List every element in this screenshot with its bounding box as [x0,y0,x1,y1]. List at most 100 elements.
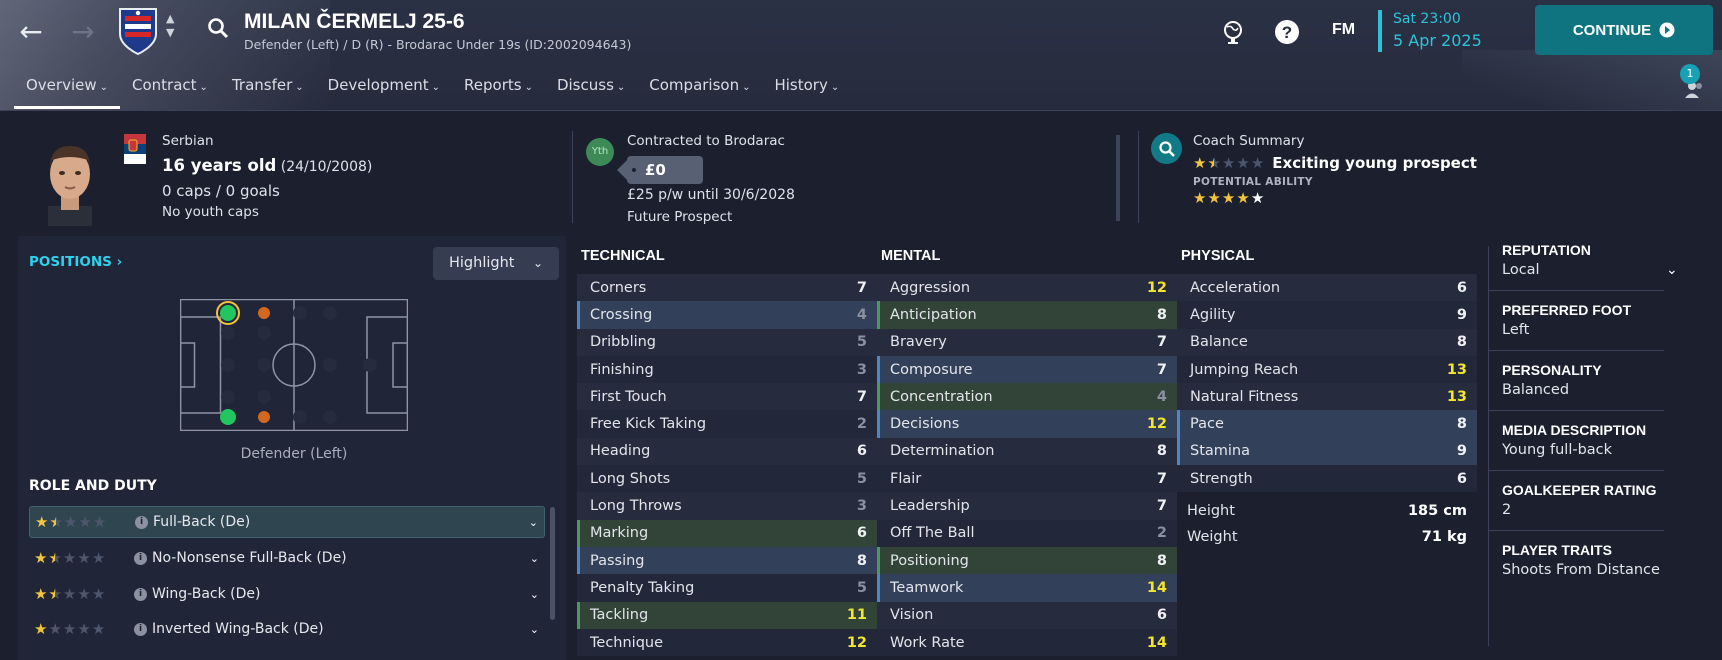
role-row[interactable]: ★ ★ ★ ★ ★ i Inverted Wing-Back (De) ⌄ [29,613,545,645]
attribute-row[interactable]: Positioning 8 [877,546,1177,575]
help-icon[interactable]: ? [1273,18,1301,46]
attribute-value: 4 [1156,388,1167,405]
coach-search-button[interactable] [1151,133,1182,164]
info-label: PERSONALITY [1502,362,1602,378]
highlight-dropdown[interactable]: Highlight ⌄ [433,247,559,280]
attribute-row[interactable]: Passing 8 [577,546,877,575]
weight-value: 71 kg [1421,529,1467,546]
attribute-row[interactable]: Technique 12 [577,628,877,657]
crest-switch[interactable]: ▲ ▼ [166,12,174,40]
positions-link[interactable]: POSITIONS › [29,254,122,270]
star-full-icon: ★ [1221,189,1236,207]
fm-menu-button[interactable]: FM [1332,21,1355,39]
attribute-row[interactable]: Tackling 11 [577,601,877,629]
potential-label: POTENTIAL ABILITY [1193,176,1313,188]
info-icon[interactable]: i [135,515,148,529]
attribute-row[interactable]: Heading 6 [577,437,877,466]
attribute-row[interactable]: Aggression 12 [877,274,1177,302]
attribute-row[interactable]: Teamwork 14 [877,574,1177,602]
attribute-value: 5 [856,470,867,487]
tab-transfer[interactable]: Transfer ⌄ [220,74,316,109]
role-rating-stars: ★★★★★★ [35,514,135,530]
info-value: Young full-back [1502,442,1613,458]
attribute-row[interactable]: Dribbling 5 [577,328,877,356]
attribute-value: 7 [856,388,867,405]
attribute-row[interactable]: Corners 7 [577,274,877,302]
chevron-down-icon[interactable]: ⌄ [530,623,539,636]
tab-discuss[interactable]: Discuss ⌄ [545,74,637,109]
forward-arrow-icon[interactable]: → [66,14,100,48]
search-icon[interactable] [206,16,230,40]
star-full-icon: ★ [1236,189,1250,207]
chevron-down-icon[interactable]: ⌄ [1666,262,1678,278]
attribute-row[interactable]: Long Shots 5 [577,465,877,493]
attribute-row[interactable]: Strength 6 [1177,465,1477,493]
attribute-row[interactable]: Concentration 4 [877,383,1177,411]
attribute-row[interactable]: Determination 8 [877,437,1177,466]
chevron-down-icon[interactable]: ⌄ [529,516,538,529]
attribute-row[interactable]: Finishing 3 [577,355,877,384]
role-row[interactable]: ★★★★★★ i Full-Back (De) ⌄ [29,506,545,538]
role-row[interactable]: ★★★★★★ i No-Nonsense Full-Back (De) ⌄ [29,542,545,574]
attribute-row[interactable]: Decisions 12 [877,410,1177,438]
globe-icon[interactable] [1219,18,1247,46]
attribute-name: Positioning [890,552,969,569]
tab-reports[interactable]: Reports ⌄ [452,74,545,109]
contracted-to[interactable]: Contracted to Brodarac [627,133,785,149]
attribute-row[interactable]: Natural Fitness 13 [1177,383,1477,411]
age: 16 years old [162,156,277,175]
attribute-row[interactable]: Long Throws 3 [577,492,877,520]
value-tag[interactable]: £0 [627,156,703,184]
attribute-row[interactable]: Flair 7 [877,465,1177,493]
tab-label: Development [327,76,429,94]
attribute-row[interactable]: Bravery 7 [877,328,1177,356]
chevron-down-icon[interactable]: ⌄ [530,552,539,565]
tab-history[interactable]: History ⌄ [762,74,851,109]
attribute-name: Long Shots [590,470,671,487]
attribute-row[interactable]: Balance 8 [1177,328,1477,356]
star-empty-icon: ★ [63,513,78,531]
attribute-row[interactable]: Pace 8 [1177,410,1477,438]
attribute-row[interactable]: Crossing 4 [577,301,877,329]
attribute-row[interactable]: Composure 7 [877,355,1177,384]
tab-overview[interactable]: Overview ⌄ [14,74,121,109]
technical-column: TECHNICAL Corners 7 Crossing 4 Dribbling 5 Fin… [577,248,877,657]
tab-contract[interactable]: Contract ⌄ [120,74,220,109]
attribute-row[interactable]: Anticipation 8 [877,301,1177,329]
attribute-row[interactable]: Off The Ball 2 [877,519,1177,547]
notification-badge[interactable]: 1 [1680,64,1700,84]
attribute-row[interactable]: Penalty Taking 5 [577,574,877,602]
attribute-value: 14 [1146,579,1167,596]
back-arrow-icon[interactable]: ← [14,14,48,48]
attribute-name: Passing [590,552,645,569]
attribute-value: 6 [1456,279,1467,296]
attribute-value: 6 [1156,607,1167,624]
club-crest-icon[interactable] [117,6,159,56]
attribute-row[interactable]: Stamina 9 [1177,437,1477,466]
attribute-row[interactable]: Free Kick Taking 2 [577,410,877,438]
info-icon[interactable]: i [134,622,147,636]
role-row[interactable]: ★★★★★★ i Wing-Back (De) ⌄ [29,578,545,610]
attribute-name: Jumping Reach [1190,361,1299,378]
info-icon[interactable]: i [134,551,147,565]
attribute-row[interactable]: Agility 9 [1177,301,1477,329]
attribute-row[interactable]: Work Rate 14 [877,628,1177,657]
nationality: Serbian [162,133,214,149]
attribute-row[interactable]: Jumping Reach 13 [1177,355,1477,384]
star-empty-icon: ★ [1250,154,1265,172]
continue-button[interactable]: CONTINUE [1535,5,1713,55]
chevron-down-icon[interactable]: ⌄ [530,588,539,601]
technical-header: TECHNICAL [581,248,665,264]
info-icon[interactable]: i [134,587,147,601]
attribute-row[interactable]: Acceleration 6 [1177,274,1477,302]
attribute-row[interactable]: First Touch 7 [577,383,877,411]
star-empty-icon: ★ [91,585,106,603]
attribute-row[interactable]: Marking 6 [577,519,877,547]
attribute-row[interactable]: Leadership 7 [877,492,1177,520]
tab-comparison[interactable]: Comparison ⌄ [637,74,762,109]
attribute-row[interactable]: Vision 6 [877,601,1177,629]
roles-scrollbar[interactable] [550,507,555,620]
coach-assessment: Exciting young prospect [1272,154,1477,172]
tab-development[interactable]: Development ⌄ [316,74,452,109]
star-empty-icon: ★ [78,513,92,531]
